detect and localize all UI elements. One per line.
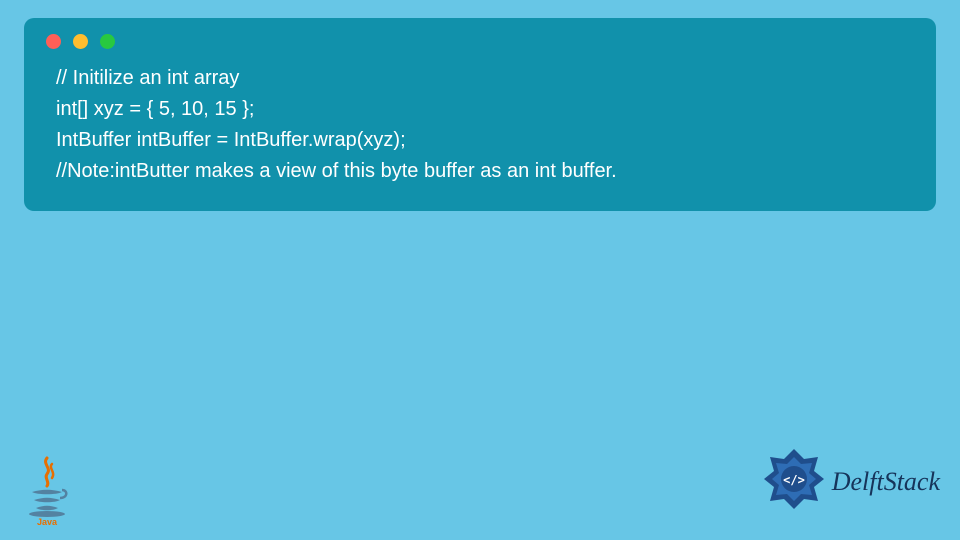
code-block: // Initilize an int array int[] xyz = { … <box>46 63 914 187</box>
java-label: Java <box>37 517 58 526</box>
maximize-icon <box>100 34 115 49</box>
window-controls <box>46 34 914 49</box>
delftstack-logo-icon: </> <box>762 447 826 516</box>
code-line: IntBuffer intBuffer = IntBuffer.wrap(xyz… <box>56 129 406 151</box>
java-logo-icon: Java <box>22 456 72 526</box>
minimize-icon <box>73 34 88 49</box>
svg-text:</>: </> <box>783 473 805 487</box>
code-card: // Initilize an int array int[] xyz = { … <box>24 18 936 211</box>
delftstack-brand: </> DelftStack <box>762 447 940 516</box>
code-line: // Initilize an int array <box>56 67 239 89</box>
brand-name: DelftStack <box>832 467 940 497</box>
code-line: //Note:intButter makes a view of this by… <box>56 160 617 182</box>
code-line: int[] xyz = { 5, 10, 15 }; <box>56 98 254 120</box>
close-icon <box>46 34 61 49</box>
